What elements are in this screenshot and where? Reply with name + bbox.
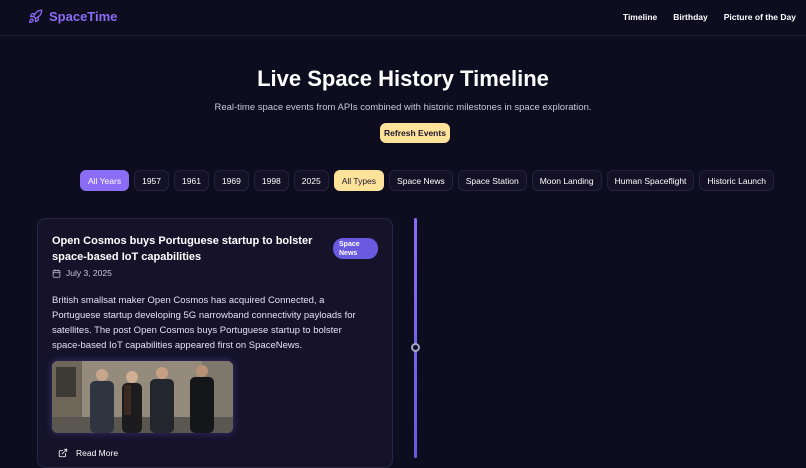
filter-year-1957[interactable]: 1957 bbox=[134, 170, 170, 191]
timeline-line bbox=[414, 218, 417, 458]
filter-type-all[interactable]: All Types bbox=[333, 170, 385, 191]
filter-year-1998[interactable]: 1998 bbox=[253, 170, 289, 191]
refresh-events-button[interactable]: Refresh Events bbox=[380, 123, 450, 143]
event-card: Open Cosmos buys Portuguese startup to b… bbox=[37, 218, 393, 468]
event-photo bbox=[52, 361, 233, 433]
nav-links: Timeline Birthday Picture of the Day bbox=[623, 12, 796, 22]
event-date-row: July 3, 2025 bbox=[52, 268, 112, 278]
filter-type-moon-landing[interactable]: Moon Landing bbox=[531, 170, 602, 191]
page-subtitle: Real-time space events from APIs combine… bbox=[214, 102, 592, 113]
brand-name: SpaceTime bbox=[49, 9, 118, 24]
top-navbar: SpaceTime Timeline Birthday Picture of t… bbox=[0, 0, 806, 36]
read-more-link[interactable]: Read More bbox=[58, 448, 118, 458]
read-more-label: Read More bbox=[76, 448, 119, 458]
filter-year-1961[interactable]: 1961 bbox=[174, 170, 209, 191]
filter-year-2025[interactable]: 2025 bbox=[293, 170, 329, 191]
timeline-marker bbox=[411, 343, 420, 352]
filter-type-human-spaceflight[interactable]: Human Spaceflight bbox=[606, 170, 695, 191]
nav-link-birthday[interactable]: Birthday bbox=[673, 12, 707, 22]
nav-link-timeline[interactable]: Timeline bbox=[623, 12, 657, 22]
event-description: British smallsat maker Open Cosmos has a… bbox=[52, 295, 356, 351]
page-title: Live Space History Timeline bbox=[257, 66, 549, 91]
event-title: Open Cosmos buys Portuguese startup to b… bbox=[52, 235, 313, 263]
calendar-icon bbox=[52, 268, 61, 278]
rocket-icon bbox=[28, 9, 43, 24]
event-type-badge: Space News bbox=[333, 238, 378, 259]
nav-link-picture-of-the-day[interactable]: Picture of the Day bbox=[724, 12, 796, 22]
photo-people-illustration bbox=[52, 361, 233, 433]
filter-type-historic-launch[interactable]: Historic Launch bbox=[699, 170, 775, 191]
filter-bar: All Years 1957 1961 1969 1998 2025 All T… bbox=[80, 170, 775, 191]
filter-type-space-station[interactable]: Space Station bbox=[457, 170, 527, 191]
external-link-icon bbox=[58, 448, 68, 458]
filter-year-all[interactable]: All Years bbox=[80, 170, 130, 191]
event-date: July 3, 2025 bbox=[66, 268, 112, 278]
brand-logo[interactable]: SpaceTime bbox=[28, 9, 117, 24]
filter-year-1969[interactable]: 1969 bbox=[213, 170, 249, 191]
filter-type-space-news[interactable]: Space News bbox=[389, 170, 453, 191]
